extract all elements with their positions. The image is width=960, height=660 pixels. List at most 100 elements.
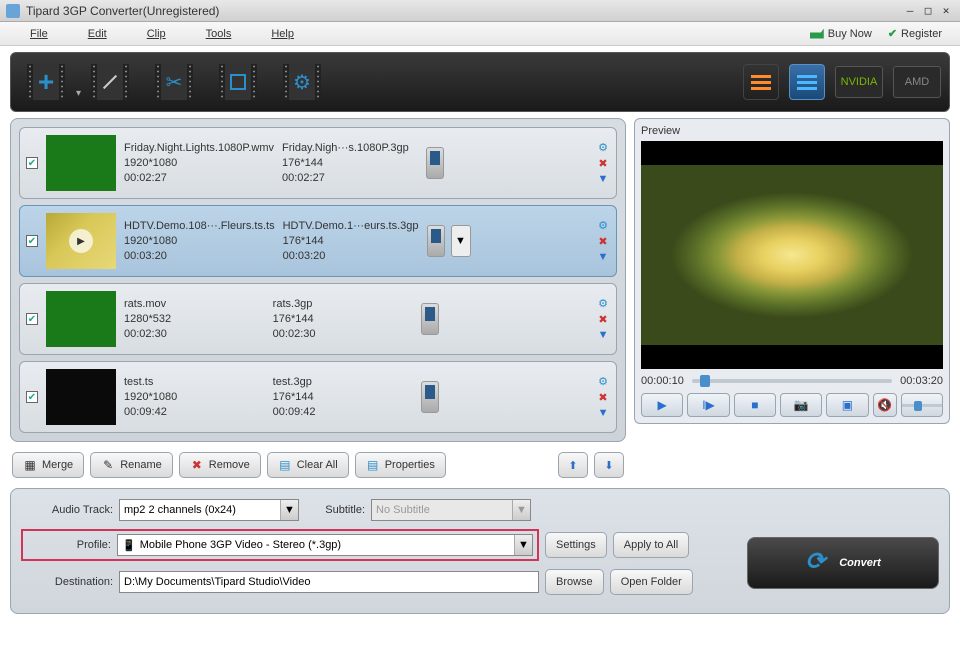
- menubar: File Edit Clip Tools Help Buy Now ✔Regis…: [0, 22, 960, 46]
- pencil-icon: ✎: [101, 458, 115, 472]
- crop-button[interactable]: [211, 59, 265, 105]
- row-settings-icon[interactable]: ⚙: [596, 140, 610, 154]
- clear-all-button[interactable]: ▤Clear All: [267, 452, 349, 478]
- file-output-res: 176*144: [283, 235, 419, 247]
- phone-icon: [421, 381, 439, 413]
- view-list-button[interactable]: [743, 64, 779, 100]
- profile-dropdown-icon[interactable]: ▼: [451, 225, 471, 257]
- properties-icon: ▤: [366, 458, 380, 472]
- row-settings-icon[interactable]: ⚙: [596, 374, 610, 388]
- browse-button[interactable]: Browse: [545, 569, 604, 595]
- row-delete-icon[interactable]: ✖: [596, 234, 610, 248]
- move-up-button[interactable]: ⬆: [558, 452, 588, 478]
- subtitle-label: Subtitle:: [305, 504, 365, 516]
- file-source-dur: 00:02:30: [124, 328, 265, 340]
- settings-button[interactable]: ⚙: [275, 59, 329, 105]
- close-button[interactable]: ✕: [938, 4, 954, 18]
- preview-screen[interactable]: [641, 141, 943, 369]
- menu-help[interactable]: Help: [251, 28, 314, 40]
- file-output-res: 176*144: [273, 313, 414, 325]
- titlebar: Tipard 3GP Converter(Unregistered) — □ ✕: [0, 0, 960, 22]
- open-folder-button[interactable]: Open Folder: [610, 569, 693, 595]
- move-down-button[interactable]: ⬇: [594, 452, 624, 478]
- preview-panel: Preview 00:00:10 00:03:20 ▶ I▶ ■ 📷 ▣ 🔇: [634, 118, 950, 424]
- app-logo-icon: [6, 4, 20, 18]
- add-file-button[interactable]: +: [19, 59, 73, 105]
- menu-edit[interactable]: Edit: [68, 28, 127, 40]
- phone-icon: [426, 147, 444, 179]
- mute-button[interactable]: 🔇: [873, 393, 897, 417]
- file-row[interactable]: ✔ ▶ HDTV.Demo.108···.Fleurs.ts.ts1920*10…: [19, 205, 617, 277]
- profile-highlight: Profile: 📱Mobile Phone 3GP Video - Stere…: [21, 529, 539, 561]
- row-down-icon[interactable]: ▼: [596, 172, 610, 186]
- properties-button[interactable]: ▤Properties: [355, 452, 446, 478]
- file-output-res: 176*144: [273, 391, 414, 403]
- merge-icon: ▦: [23, 458, 37, 472]
- merge-button[interactable]: ▦Merge: [12, 452, 84, 478]
- bottom-panel: Audio Track: mp2 2 channels (0x24)▼ Subt…: [10, 488, 950, 614]
- file-output-name: HDTV.Demo.1···eurs.ts.3gp: [283, 220, 419, 232]
- preview-seek-slider[interactable]: [692, 379, 892, 383]
- profile-label: Profile:: [27, 539, 111, 551]
- rename-button[interactable]: ✎Rename: [90, 452, 173, 478]
- file-row[interactable]: ✔ test.ts1920*108000:09:42 test.3gp176*1…: [19, 361, 617, 433]
- file-thumbnail[interactable]: [46, 135, 116, 191]
- file-source-res: 1920*1080: [124, 157, 274, 169]
- file-output-dur: 00:09:42: [273, 406, 414, 418]
- destination-label: Destination:: [21, 576, 113, 588]
- view-detail-button[interactable]: [789, 64, 825, 100]
- step-button[interactable]: I▶: [687, 393, 729, 417]
- phone-icon: [427, 225, 445, 257]
- file-output-dur: 00:02:30: [273, 328, 414, 340]
- stop-button[interactable]: ■: [734, 393, 776, 417]
- snapshot-button[interactable]: 📷: [780, 393, 822, 417]
- row-settings-icon[interactable]: ⚙: [596, 296, 610, 310]
- row-down-icon[interactable]: ▼: [596, 328, 610, 342]
- apply-to-all-button[interactable]: Apply to All: [613, 532, 689, 558]
- file-row[interactable]: ✔ rats.mov1280*53200:02:30 rats.3gp176*1…: [19, 283, 617, 355]
- file-checkbox[interactable]: ✔: [26, 391, 38, 403]
- effect-button[interactable]: [83, 59, 137, 105]
- convert-button[interactable]: Convert: [747, 537, 939, 589]
- buy-now-link[interactable]: Buy Now: [802, 28, 880, 40]
- menu-file[interactable]: File: [10, 28, 68, 40]
- folder-button[interactable]: ▣: [826, 393, 868, 417]
- volume-slider[interactable]: [901, 393, 943, 417]
- row-delete-icon[interactable]: ✖: [596, 156, 610, 170]
- menu-tools[interactable]: Tools: [186, 28, 252, 40]
- menu-clip[interactable]: Clip: [127, 28, 186, 40]
- file-source-name: Friday.Night.Lights.1080P.wmv: [124, 142, 274, 154]
- destination-field[interactable]: D:\My Documents\Tipard Studio\Video: [119, 571, 539, 593]
- register-link[interactable]: ✔Register: [880, 27, 950, 40]
- row-delete-icon[interactable]: ✖: [596, 312, 610, 326]
- file-source-name: HDTV.Demo.108···.Fleurs.ts.ts: [124, 220, 275, 232]
- maximize-button[interactable]: □: [920, 4, 936, 18]
- row-down-icon[interactable]: ▼: [596, 406, 610, 420]
- file-source-res: 1280*532: [124, 313, 265, 325]
- remove-button[interactable]: ✖Remove: [179, 452, 261, 478]
- play-button[interactable]: ▶: [641, 393, 683, 417]
- amd-badge: AMD: [893, 66, 941, 98]
- check-icon: ✔: [888, 27, 897, 40]
- file-checkbox[interactable]: ✔: [26, 235, 38, 247]
- file-thumbnail[interactable]: [46, 291, 116, 347]
- row-delete-icon[interactable]: ✖: [596, 390, 610, 404]
- row-settings-icon[interactable]: ⚙: [596, 218, 610, 232]
- file-source-dur: 00:02:27: [124, 172, 274, 184]
- preview-label: Preview: [641, 125, 943, 137]
- file-source-name: rats.mov: [124, 298, 265, 310]
- file-thumbnail[interactable]: ▶: [46, 213, 116, 269]
- subtitle-combo[interactable]: No Subtitle▼: [371, 499, 531, 521]
- file-checkbox[interactable]: ✔: [26, 313, 38, 325]
- file-output-name: test.3gp: [273, 376, 414, 388]
- file-output-res: 176*144: [282, 157, 418, 169]
- file-thumbnail[interactable]: [46, 369, 116, 425]
- profile-combo[interactable]: 📱Mobile Phone 3GP Video - Stereo (*.3gp)…: [117, 534, 533, 556]
- file-checkbox[interactable]: ✔: [26, 157, 38, 169]
- audio-track-combo[interactable]: mp2 2 channels (0x24)▼: [119, 499, 299, 521]
- row-down-icon[interactable]: ▼: [596, 250, 610, 264]
- trim-button[interactable]: ✂: [147, 59, 201, 105]
- profile-settings-button[interactable]: Settings: [545, 532, 607, 558]
- file-row[interactable]: ✔ Friday.Night.Lights.1080P.wmv 1920*1080…: [19, 127, 617, 199]
- minimize-button[interactable]: —: [902, 4, 918, 18]
